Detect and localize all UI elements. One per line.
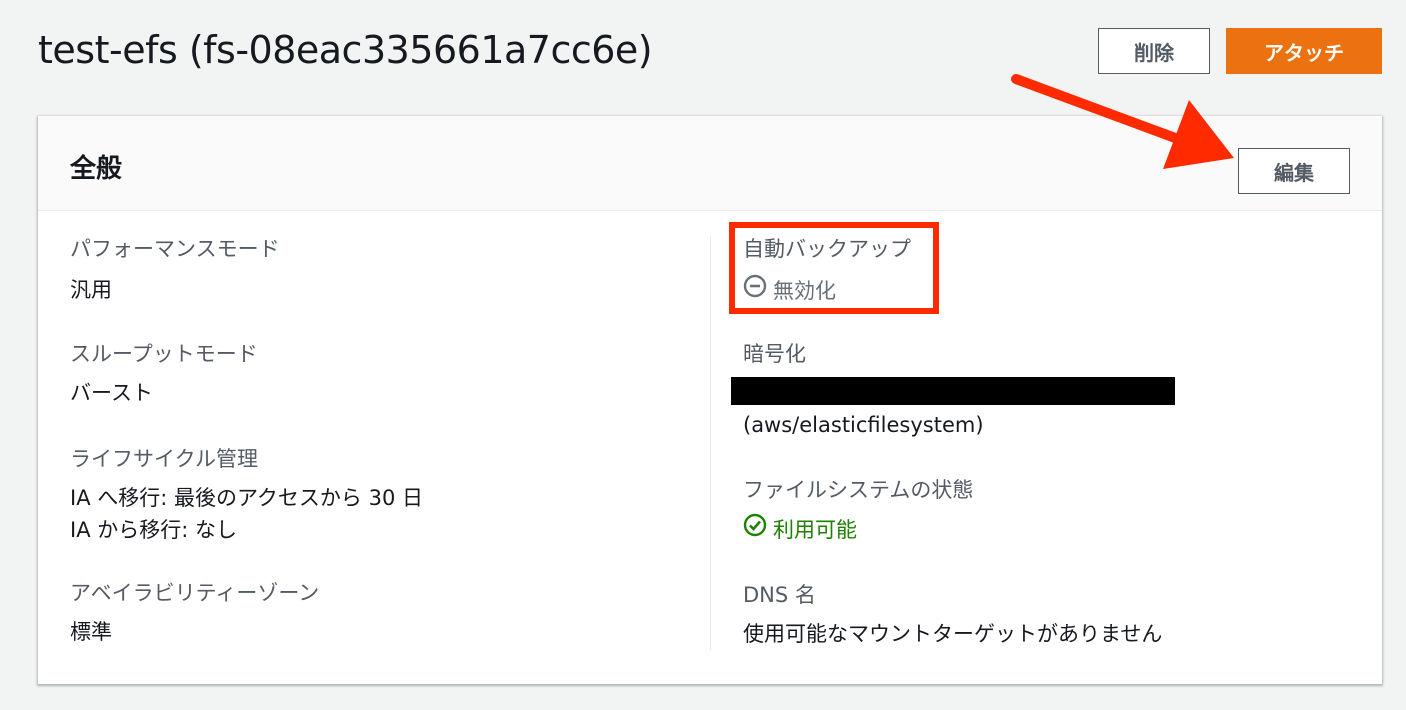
lifecycle-value-from-ia: IA から移行: なし	[70, 518, 237, 542]
dns-name-value: 使用可能なマウントターゲットがありません	[743, 622, 1163, 646]
throughput-mode-value: バースト	[70, 381, 153, 405]
dns-name-field: DNS 名 使用可能なマウントターゲットがありません	[743, 580, 1162, 650]
fs-state-label: ファイルシステムの状態	[743, 478, 974, 502]
panel-title: 全般	[70, 154, 123, 184]
performance-mode-value: 汎用	[70, 278, 112, 302]
redacted-key-id	[731, 377, 1175, 405]
throughput-mode-label: スループットモード	[70, 342, 258, 366]
encryption-field: 暗号化 (aws/elasticfilesystem)	[731, 339, 1175, 441]
fs-state-field: ファイルシステムの状態 利用可能	[743, 475, 973, 546]
annotation-arrow-icon	[1011, 74, 1234, 169]
general-panel: 全般 編集 パフォーマンスモード 汎用 スループットモード バースト ライフサイ…	[38, 116, 1382, 684]
encryption-value: (aws/elasticfilesystem)	[743, 413, 984, 437]
fs-state-value: 利用可能	[773, 517, 857, 542]
annotation-highlight-box	[729, 222, 939, 314]
lifecycle-value-to-ia: IA へ移行: 最後のアクセスから 30 日	[70, 486, 424, 510]
performance-mode-field: パフォーマンスモード 汎用	[70, 234, 280, 306]
edit-button[interactable]: 編集	[1238, 148, 1350, 194]
performance-mode-label: パフォーマンスモード	[70, 237, 280, 261]
lifecycle-field: ライフサイクル管理 IA へ移行: 最後のアクセスから 30 日 IA から移行…	[70, 444, 423, 546]
availability-zone-field: アベイラビリティーゾーン 標準	[70, 578, 319, 648]
lifecycle-label: ライフサイクル管理	[70, 447, 258, 471]
availability-zone-label: アベイラビリティーゾーン	[70, 581, 320, 605]
encryption-label: 暗号化	[743, 342, 806, 366]
check-circle-icon	[743, 513, 767, 546]
column-divider	[710, 236, 711, 651]
fs-state-status: 利用可能	[743, 513, 973, 546]
attach-button[interactable]: アタッチ	[1226, 28, 1382, 74]
dns-name-label: DNS 名	[743, 583, 816, 607]
page-title: test-efs (fs-08eac335661a7cc6e)	[38, 28, 653, 72]
availability-zone-value: 標準	[70, 620, 112, 644]
throughput-mode-field: スループットモード バースト	[70, 339, 258, 409]
